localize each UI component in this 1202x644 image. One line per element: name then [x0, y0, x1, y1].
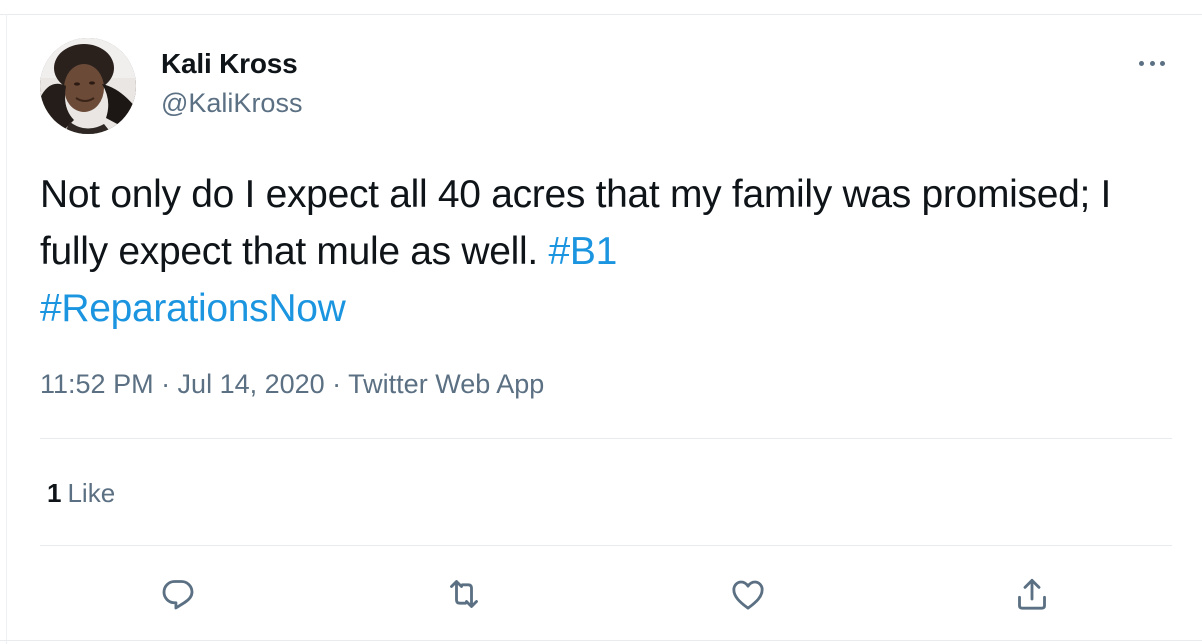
tweet-text: Not only do I expect all 40 acres that m… — [40, 166, 1170, 337]
share-icon — [1018, 578, 1046, 610]
likes-stat[interactable]: 1 Like — [47, 478, 115, 509]
retweet-icon — [450, 580, 478, 608]
divider — [40, 438, 1172, 439]
hashtag-b1[interactable]: #B1 — [548, 230, 617, 273]
more-options-button[interactable] — [1132, 50, 1172, 76]
more-icon — [1139, 60, 1165, 66]
tweet-card: Kali Kross @KaliKross Not only do I expe… — [0, 0, 1202, 644]
avatar-image — [40, 38, 136, 134]
top-border — [0, 14, 1202, 15]
likes-label: Like — [67, 478, 116, 508]
retweet-button[interactable] — [442, 572, 486, 616]
hashtag-reparations-now[interactable]: #ReparationsNow — [40, 287, 346, 330]
like-button[interactable] — [726, 572, 770, 616]
share-button[interactable] — [1010, 572, 1054, 616]
avatar[interactable] — [40, 38, 136, 134]
display-name[interactable]: Kali Kross — [161, 48, 298, 80]
likes-count: 1 — [47, 478, 62, 508]
divider — [40, 545, 1172, 546]
bottom-border — [0, 640, 1202, 641]
reply-icon — [162, 580, 194, 610]
tweet-timestamp[interactable]: 11:52 PM · Jul 14, 2020 · Twitter Web Ap… — [40, 369, 544, 400]
side-border — [6, 14, 7, 644]
reply-button[interactable] — [156, 572, 200, 616]
user-handle[interactable]: @KaliKross — [161, 88, 302, 119]
like-icon — [732, 580, 764, 610]
